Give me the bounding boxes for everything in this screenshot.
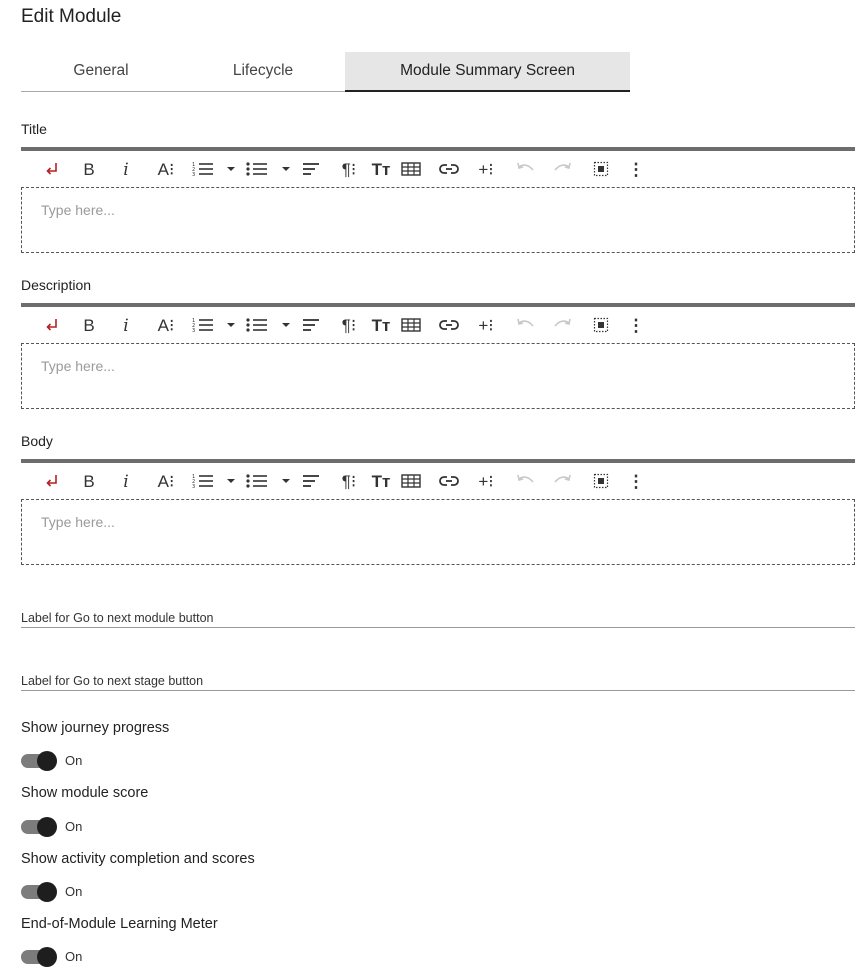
next-module-label-text: Label for Go to next module button [21, 611, 214, 625]
paragraph-format-icon[interactable]: ¶⁝ [337, 157, 361, 183]
toggle-state: On [65, 884, 83, 899]
align-icon[interactable] [299, 469, 323, 495]
svg-text:3: 3 [192, 328, 195, 333]
font-size-icon[interactable]: A⁝ [154, 157, 178, 183]
ordered-list-icon[interactable]: 123 [191, 157, 215, 183]
dropdown-icon[interactable] [225, 469, 237, 495]
dropdown-icon[interactable] [225, 157, 237, 183]
title-editor: Bi A⁝ 1 2 3 ¶⁝ Tт +⁝ ⋮ Type here... [21, 147, 855, 253]
description-editor: Bi A⁝ 1 2 3 ¶⁝ Tт +⁝ ⋮ Type here... [21, 303, 855, 409]
editor-placeholder: Type here... [41, 514, 115, 530]
align-icon[interactable] [299, 313, 323, 339]
activity-completion-label: Show activity completion and scores [21, 851, 255, 867]
dropdown-icon[interactable] [225, 313, 237, 339]
return-icon[interactable] [41, 157, 63, 183]
title-input[interactable]: Type here... [21, 187, 855, 253]
return-icon[interactable] [41, 313, 63, 339]
select-all-icon[interactable] [589, 313, 613, 339]
activity-completion-toggle[interactable]: On [21, 882, 141, 902]
tab-lifecycle[interactable]: Lifecycle [183, 52, 343, 92]
bold-icon[interactable]: B [79, 313, 99, 339]
body-label: Body [21, 433, 53, 449]
learning-meter-toggle[interactable]: On [21, 947, 141, 967]
next-stage-label-text: Label for Go to next stage button [21, 674, 204, 688]
tab-bar: General Lifecycle Module Summary Screen [21, 52, 630, 92]
journey-progress-label: Show journey progress [21, 720, 170, 736]
editor-toolbar: Bi A⁝ 1 2 3 ¶⁝ Tт +⁝ ⋮ [21, 459, 855, 499]
toggle-thumb [37, 751, 57, 771]
paragraph-format-icon[interactable]: ¶⁝ [337, 313, 361, 339]
description-label: Description [21, 277, 92, 293]
editor-toolbar: Bi A⁝ 1 2 3 ¶⁝ Tт +⁝ ⋮ [21, 147, 855, 187]
link-icon[interactable] [437, 313, 461, 339]
select-all-icon[interactable] [589, 157, 613, 183]
bold-icon[interactable]: B [79, 469, 99, 495]
italic-icon[interactable]: i [117, 313, 135, 339]
redo-icon[interactable] [551, 313, 575, 339]
undo-icon[interactable] [513, 157, 537, 183]
toggle-state: On [65, 949, 83, 964]
redo-icon[interactable] [551, 157, 575, 183]
toggle-thumb [37, 817, 57, 837]
ordered-list-icon[interactable]: 123 [191, 469, 215, 495]
body-editor: Bi A⁝ 1 2 3 ¶⁝ Tт +⁝ ⋮ Type here... [21, 459, 855, 565]
journey-progress-toggle[interactable]: On [21, 751, 141, 771]
insert-icon[interactable]: +⁝ [474, 469, 498, 495]
page-title: Edit Module [21, 6, 122, 27]
undo-icon[interactable] [513, 313, 537, 339]
toggle-thumb [37, 947, 57, 967]
text-transform-icon[interactable]: Tт [368, 157, 394, 183]
table-icon[interactable] [399, 313, 423, 339]
return-icon[interactable] [41, 469, 63, 495]
learning-meter-label: End-of-Module Learning Meter [21, 916, 218, 932]
more-icon[interactable]: ⋮ [626, 313, 646, 339]
dropdown-icon[interactable] [280, 157, 292, 183]
body-input[interactable]: Type here... [21, 499, 855, 565]
undo-icon[interactable] [513, 469, 537, 495]
insert-icon[interactable]: +⁝ [474, 157, 498, 183]
more-icon[interactable]: ⋮ [626, 157, 646, 183]
toggle-state: On [65, 753, 83, 768]
tab-general[interactable]: General [21, 52, 181, 92]
dropdown-icon[interactable] [280, 469, 292, 495]
svg-text:3: 3 [192, 484, 195, 489]
editor-placeholder: Type here... [41, 358, 115, 374]
font-size-icon[interactable]: A⁝ [154, 313, 178, 339]
module-score-toggle[interactable]: On [21, 817, 141, 837]
insert-icon[interactable]: +⁝ [474, 313, 498, 339]
paragraph-format-icon[interactable]: ¶⁝ [337, 469, 361, 495]
editor-placeholder: Type here... [41, 202, 115, 218]
table-icon[interactable] [399, 469, 423, 495]
redo-icon[interactable] [551, 469, 575, 495]
text-transform-icon[interactable]: Tт [368, 469, 394, 495]
align-icon[interactable] [299, 157, 323, 183]
description-input[interactable]: Type here... [21, 343, 855, 409]
unordered-list-icon[interactable] [245, 157, 269, 183]
toggle-state: On [65, 819, 83, 834]
italic-icon[interactable]: i [117, 469, 135, 495]
table-icon[interactable] [399, 157, 423, 183]
title-label: Title [21, 121, 47, 137]
more-icon[interactable]: ⋮ [626, 469, 646, 495]
select-all-icon[interactable] [589, 469, 613, 495]
toggle-thumb [37, 882, 57, 902]
ordered-list-icon[interactable]: 123 [191, 313, 215, 339]
module-score-label: Show module score [21, 785, 149, 801]
link-icon[interactable] [437, 157, 461, 183]
unordered-list-icon[interactable] [245, 313, 269, 339]
unordered-list-icon[interactable] [245, 469, 269, 495]
svg-text:3: 3 [192, 172, 195, 177]
link-icon[interactable] [437, 469, 461, 495]
bold-icon[interactable]: B [79, 157, 99, 183]
editor-toolbar: Bi A⁝ 1 2 3 ¶⁝ Tт +⁝ ⋮ [21, 303, 855, 343]
text-transform-icon[interactable]: Tт [368, 313, 394, 339]
dropdown-icon[interactable] [280, 313, 292, 339]
next-module-label-field[interactable]: Label for Go to next module button [21, 605, 855, 628]
next-stage-label-field[interactable]: Label for Go to next stage button [21, 668, 855, 691]
italic-icon[interactable]: i [117, 157, 135, 183]
tab-module-summary-screen[interactable]: Module Summary Screen [345, 52, 630, 92]
font-size-icon[interactable]: A⁝ [154, 469, 178, 495]
